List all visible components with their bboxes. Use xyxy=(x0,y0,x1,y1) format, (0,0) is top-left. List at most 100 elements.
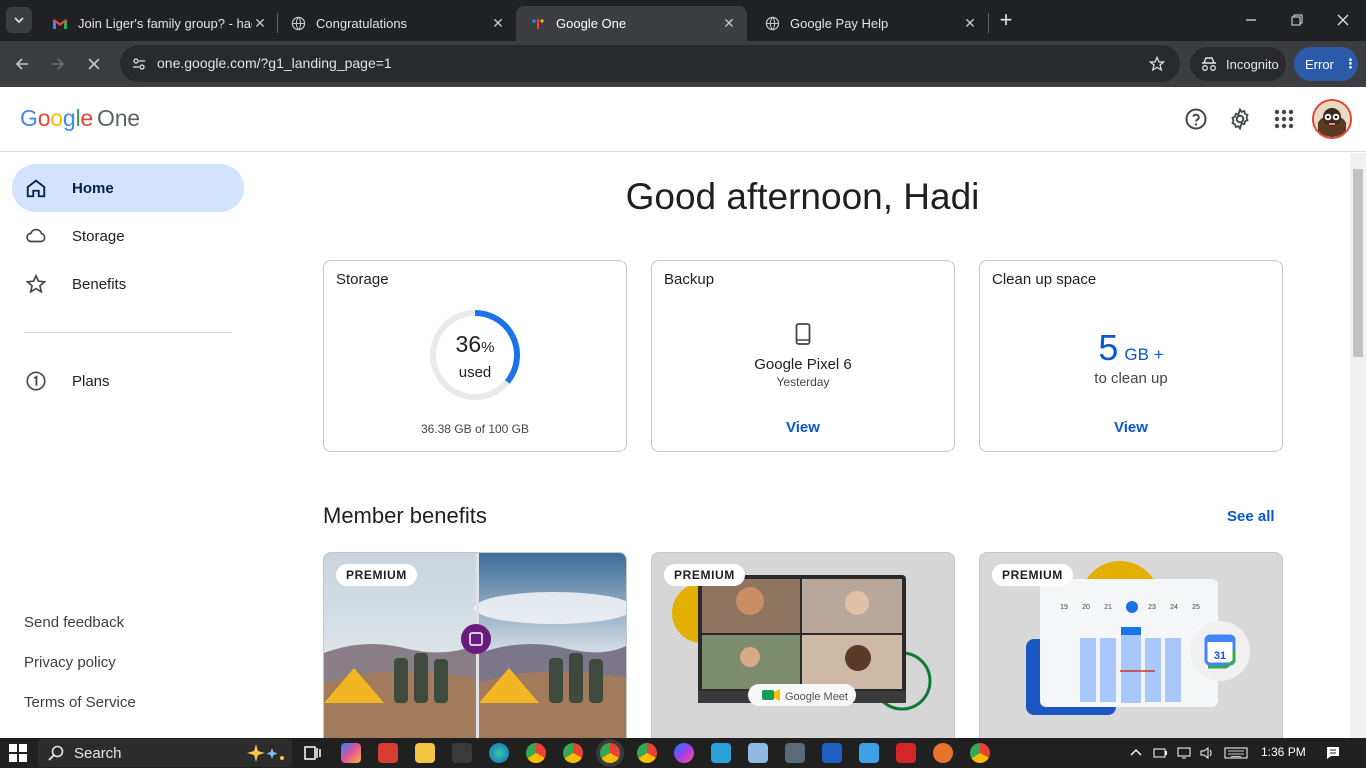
messenger-icon[interactable] xyxy=(674,743,694,763)
calculator-icon[interactable] xyxy=(785,743,805,763)
error-button[interactable]: Error ⋮ xyxy=(1294,47,1358,81)
close-icon xyxy=(88,58,100,70)
nav-divider xyxy=(24,332,232,333)
google-one-logo[interactable]: Google One xyxy=(20,105,140,132)
settings-gear-icon[interactable] xyxy=(1226,105,1254,133)
volume-icon[interactable] xyxy=(1199,745,1215,761)
send-feedback-link[interactable]: Send feedback xyxy=(24,614,124,631)
notepad-icon[interactable] xyxy=(748,743,768,763)
notification-icon[interactable] xyxy=(1325,745,1341,761)
help-icon[interactable] xyxy=(1182,105,1210,133)
keyboard-icon[interactable] xyxy=(1224,745,1248,761)
anydesk-icon[interactable] xyxy=(896,743,916,763)
browser-toolbar: one.google.com/?g1_landing_page=1 Incogn… xyxy=(0,41,1366,87)
site-info-icon[interactable] xyxy=(128,53,150,75)
calendar-date: 19 xyxy=(1060,604,1068,611)
tab-title: Google Pay Help xyxy=(790,16,889,31)
windows-start-icon[interactable] xyxy=(9,744,27,762)
copilot-icon[interactable] xyxy=(341,743,361,763)
chrome-icon[interactable] xyxy=(970,743,990,763)
duckduckgo-icon[interactable] xyxy=(933,743,953,763)
see-all-link[interactable]: See all xyxy=(1227,508,1275,525)
calendar-day: 31 xyxy=(1214,650,1226,662)
tab-google-one[interactable]: Google One ✕ xyxy=(516,6,747,41)
tab-title: Congratulations xyxy=(316,16,408,31)
cloud-icon xyxy=(24,224,48,248)
tab-google-pay-help[interactable]: Google Pay Help ✕ xyxy=(750,6,988,41)
close-icon[interactable]: ✕ xyxy=(721,15,737,32)
google-one-page: Google One Home Storage Benefits Plans S… xyxy=(0,87,1366,742)
chrome-icon[interactable] xyxy=(526,743,546,763)
office-icon[interactable] xyxy=(378,743,398,763)
backup-card[interactable]: Backup Google Pixel 6 Yesterday View xyxy=(651,260,955,452)
new-tab-button[interactable]: + xyxy=(994,7,1018,32)
privacy-policy-link[interactable]: Privacy policy xyxy=(24,654,116,671)
terms-of-service-link[interactable]: Terms of Service xyxy=(24,694,136,711)
network-app-icon[interactable] xyxy=(452,743,472,763)
apps-grid-icon[interactable] xyxy=(1270,105,1298,133)
taskbar-search[interactable]: Search xyxy=(38,739,292,767)
minimize-button[interactable] xyxy=(1228,0,1274,40)
device-name: Google Pixel 6 xyxy=(754,356,852,373)
chevron-down-icon xyxy=(14,17,24,24)
clock-time[interactable]: 1:36 PM xyxy=(1261,745,1306,759)
close-icon[interactable]: ✕ xyxy=(252,15,268,32)
benefit-card-photos[interactable]: PREMIUM xyxy=(323,552,627,742)
nav-item-storage[interactable]: Storage xyxy=(12,212,244,260)
edge-icon[interactable] xyxy=(489,743,509,763)
nav-item-plans[interactable]: Plans xyxy=(12,357,244,405)
benefit-card-calendar[interactable]: PREMIUM 19202122232425 xyxy=(979,552,1283,742)
card-title: Storage xyxy=(336,271,389,288)
backup-view-link[interactable]: View xyxy=(652,419,954,436)
main-content: Good afternoon, Hadi Storage 36% used 36… xyxy=(260,152,1350,742)
close-icon[interactable]: ✕ xyxy=(962,15,978,32)
tab-search-button[interactable] xyxy=(6,7,32,33)
close-icon[interactable]: ✕ xyxy=(490,15,506,32)
monitor-app-icon[interactable] xyxy=(859,743,879,763)
search-label: Search xyxy=(74,744,122,762)
chrome-icon[interactable] xyxy=(563,743,583,763)
incognito-indicator[interactable]: Incognito xyxy=(1190,47,1286,81)
storage-used-label: used xyxy=(458,364,492,381)
globe-icon xyxy=(290,16,306,32)
network-icon[interactable] xyxy=(1176,745,1192,761)
bookmark-star-icon[interactable] xyxy=(1146,53,1168,75)
premium-badge: PREMIUM xyxy=(992,564,1073,586)
telegram-icon[interactable] xyxy=(711,743,731,763)
scroll-thumb[interactable] xyxy=(1353,169,1363,357)
tab-title: Google One xyxy=(556,16,627,31)
calendar-date: 20 xyxy=(1082,604,1090,611)
forward-button[interactable] xyxy=(44,50,72,78)
clean-up-card[interactable]: Clean up space 5 GB + to clean up View xyxy=(979,260,1283,452)
benefit-card-meet[interactable]: PREMIUM Google Meet xyxy=(651,552,955,742)
nav-label: Home xyxy=(72,179,114,197)
task-view-icon[interactable] xyxy=(302,743,322,763)
close-window-button[interactable] xyxy=(1320,0,1366,40)
account-avatar[interactable] xyxy=(1312,99,1352,139)
chevron-up-icon[interactable] xyxy=(1128,745,1144,761)
storage-donut: 36% used xyxy=(427,307,523,403)
word-icon[interactable] xyxy=(822,743,842,763)
restore-button[interactable] xyxy=(1274,0,1320,40)
file-explorer-icon[interactable] xyxy=(415,743,435,763)
storage-card[interactable]: Storage 36% used 36.38 GB of 100 GB xyxy=(323,260,627,452)
page-scrollbar[interactable] xyxy=(1350,153,1366,738)
globe-icon xyxy=(764,16,780,32)
arrow-left-icon xyxy=(15,58,28,70)
stop-loading-button[interactable] xyxy=(80,50,108,78)
url-text: one.google.com/?g1_landing_page=1 xyxy=(157,55,392,71)
battery-icon[interactable] xyxy=(1152,745,1168,761)
chrome-active-icon[interactable] xyxy=(600,743,620,763)
tab-congratulations[interactable]: Congratulations ✕ xyxy=(276,6,516,41)
clean-up-subtitle: to clean up xyxy=(1094,370,1168,387)
back-button[interactable] xyxy=(8,50,36,78)
address-bar[interactable]: one.google.com/?g1_landing_page=1 xyxy=(120,45,1180,82)
clean-up-view-link[interactable]: View xyxy=(980,419,1282,436)
chrome-icon[interactable] xyxy=(637,743,657,763)
backup-time: Yesterday xyxy=(776,375,830,389)
nav-item-home[interactable]: Home xyxy=(12,164,244,212)
card-title: Clean up space xyxy=(992,271,1097,288)
incognito-icon xyxy=(1202,57,1216,71)
tab-gmail[interactable]: Join Liger's family group? - hadi ✕ xyxy=(38,6,278,41)
nav-item-benefits[interactable]: Benefits xyxy=(12,260,244,308)
